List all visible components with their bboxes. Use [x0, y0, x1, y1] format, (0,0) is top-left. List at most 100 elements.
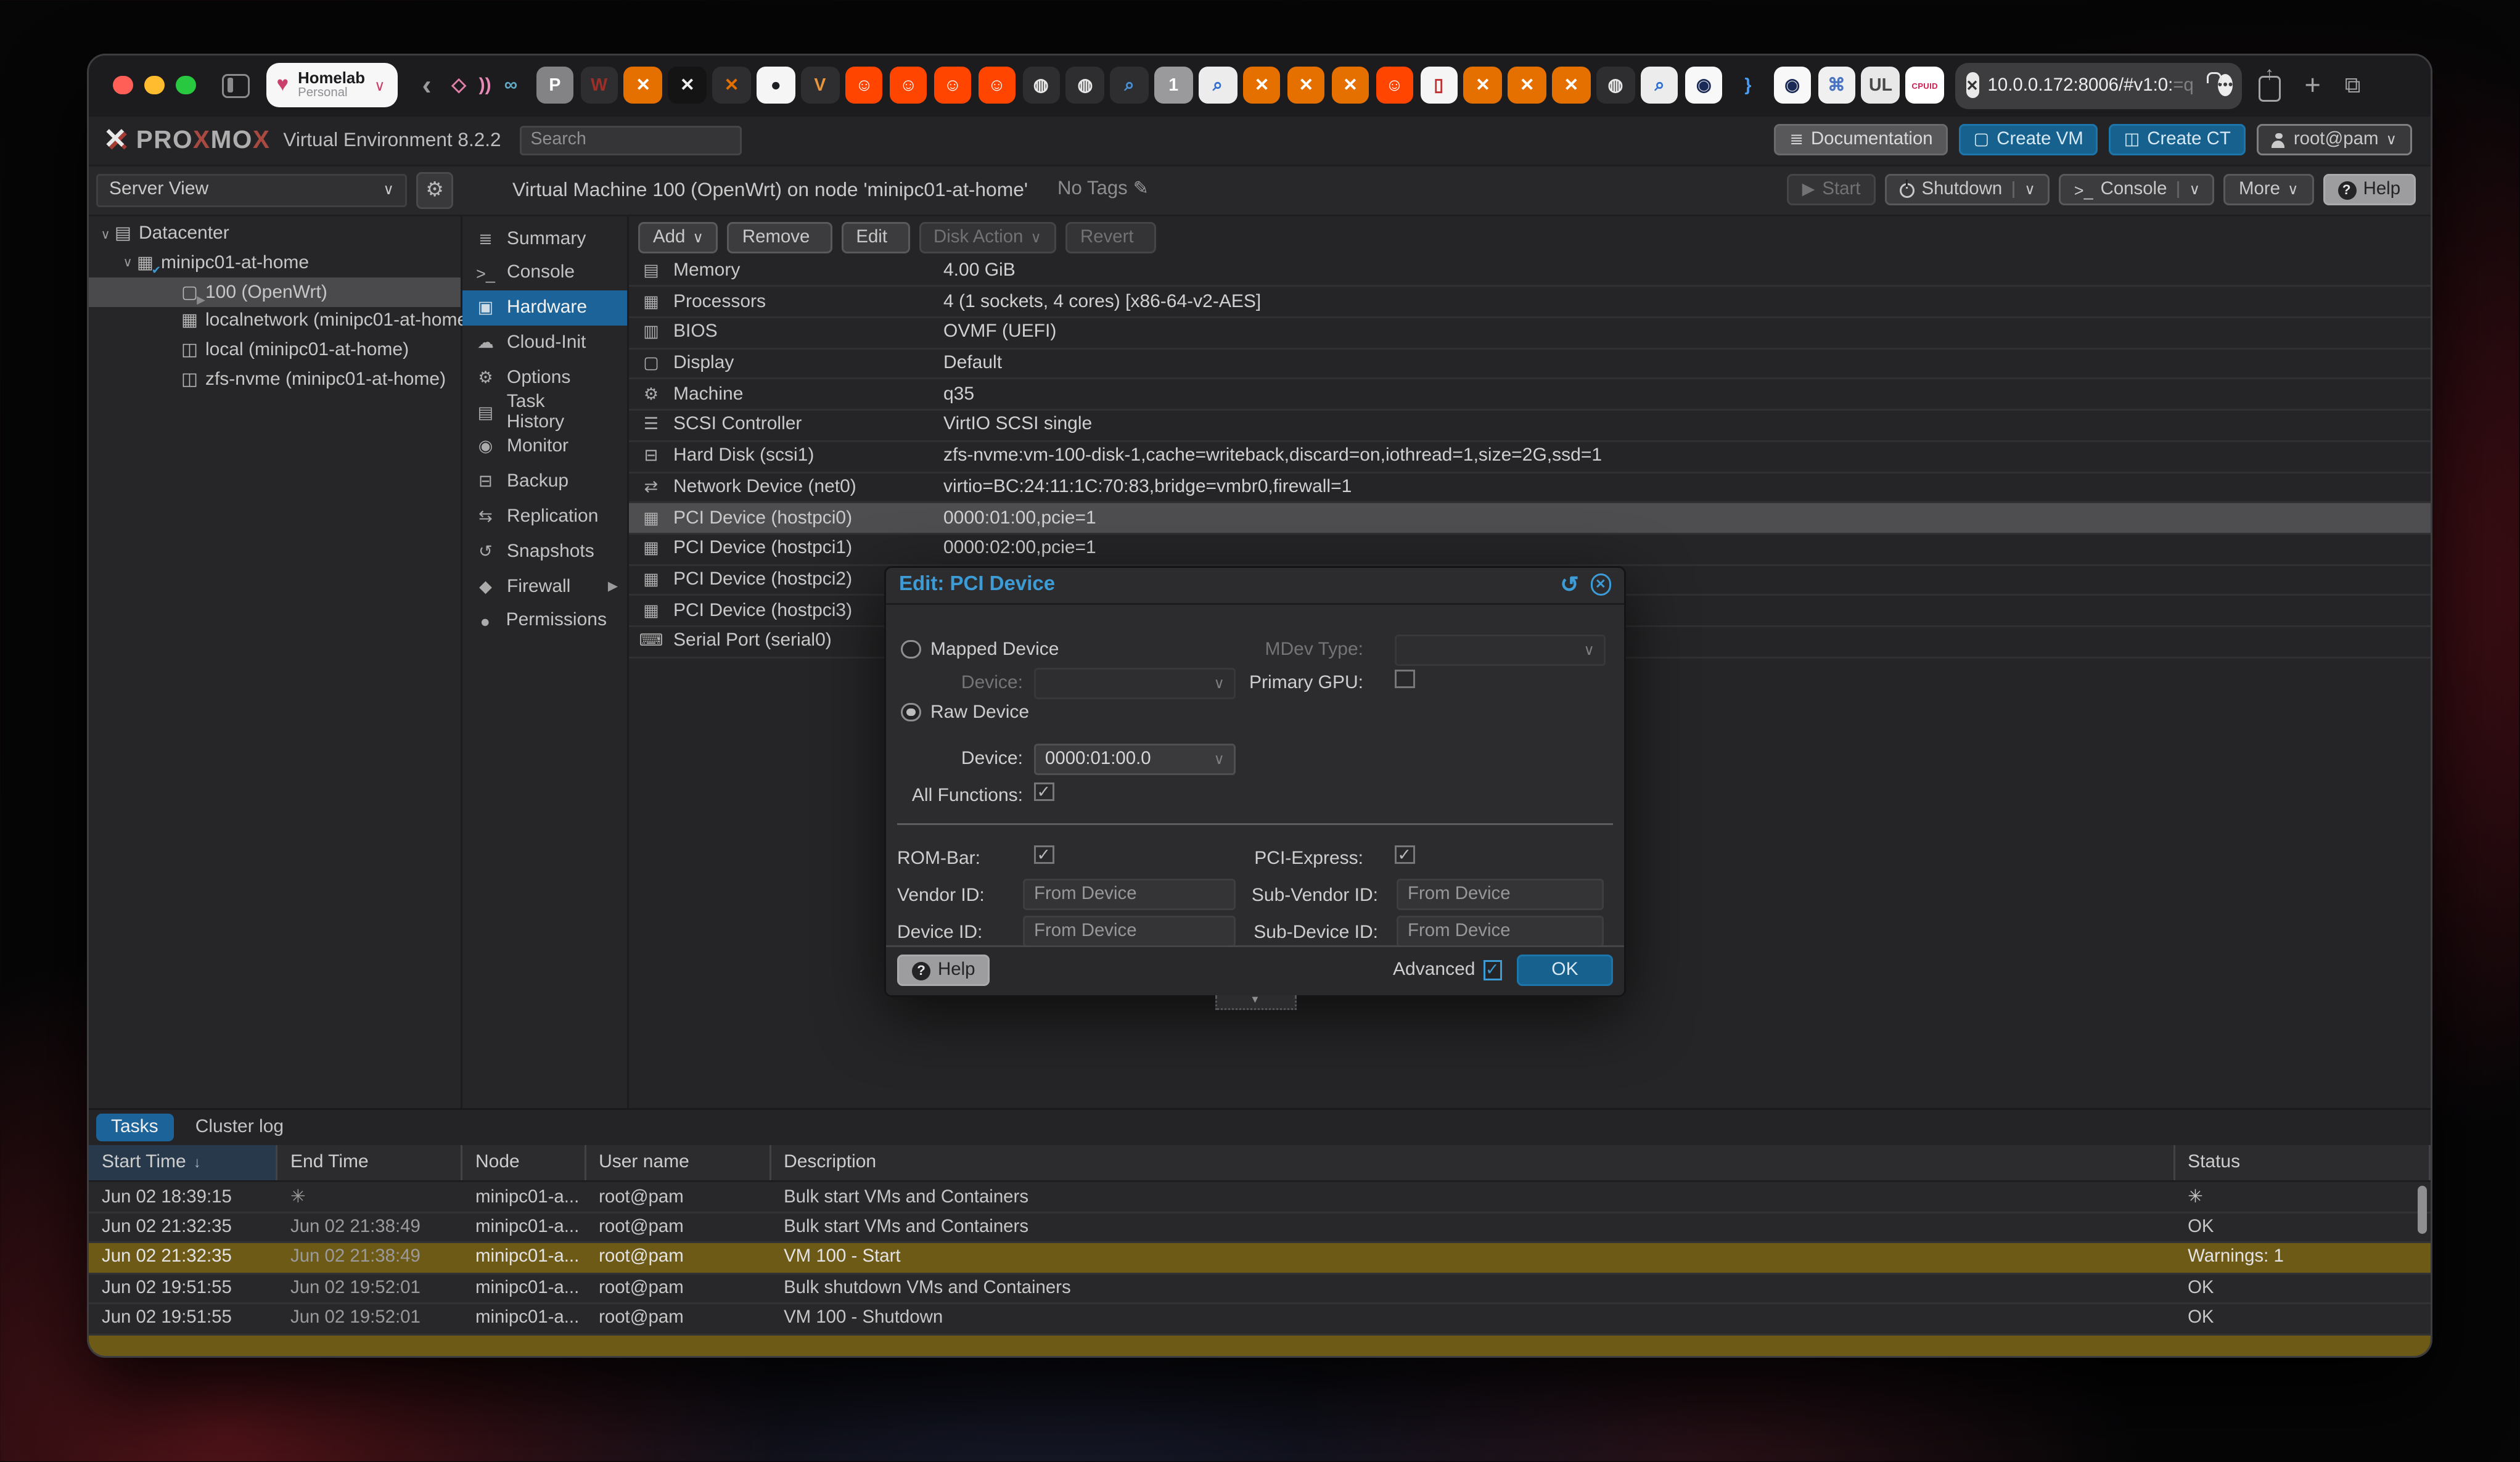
browser-tab[interactable]: ✕ — [1331, 67, 1369, 105]
browser-tab[interactable]: ◉ — [1685, 67, 1723, 105]
browser-tab[interactable]: ☺ — [845, 67, 884, 105]
user-menu-button[interactable]: root@pam∨ — [2257, 125, 2411, 156]
nav-item[interactable]: ● Permissions — [462, 604, 627, 638]
browser-tab[interactable]: ⌕ — [1199, 67, 1237, 105]
more-button[interactable]: More∨ — [2224, 175, 2313, 206]
new-tab-button[interactable]: + — [2304, 72, 2320, 99]
toolbar-button[interactable]: Disk Action∨ — [919, 221, 1056, 253]
table-row[interactable]: ▥ BIOS OVMF (UEFI) — [629, 318, 2430, 349]
start-button[interactable]: ▶Start — [1787, 175, 1876, 206]
browser-tab[interactable]: ✕ — [624, 67, 662, 105]
tree-item[interactable]: ∨ ▦✔ minipc01-at-home — [89, 248, 461, 277]
browser-tab[interactable]: ✕ — [1243, 67, 1281, 105]
browser-tab[interactable]: ● — [757, 67, 795, 105]
table-row[interactable]: ⊟ Hard Disk (scsi1) zfs-nvme:vm-100-disk… — [629, 441, 2430, 472]
primary-gpu-checkbox[interactable] — [1395, 669, 1414, 689]
browser-tab[interactable]: V — [801, 67, 839, 105]
table-row[interactable]: ▤ Memory 4.00 GiB — [629, 257, 2430, 287]
nav-item[interactable]: ⇆ Replication — [462, 499, 627, 534]
browser-tab[interactable]: UL — [1861, 67, 1900, 105]
documentation-button[interactable]: ≣Documentation — [1775, 125, 1947, 156]
task-row[interactable]: Jun 02 19:51:55 Jun 02 19:52:01 minipc01… — [89, 1274, 2430, 1304]
browser-tab[interactable]: ⌕ — [1110, 67, 1149, 105]
column-header-end-time[interactable]: End Time — [277, 1146, 462, 1181]
nav-item[interactable]: ⚙ Options — [462, 361, 627, 395]
nav-item[interactable]: ▤ Task History — [462, 395, 627, 430]
mapped-device-radio[interactable] — [901, 639, 921, 659]
help-button[interactable]: ?Help — [2323, 175, 2415, 206]
tree-item[interactable]: ∨ ▤ Datacenter — [89, 220, 461, 248]
browser-tab[interactable]: ☺ — [934, 67, 972, 105]
table-row[interactable]: ⚙ Machine q35 — [629, 380, 2430, 411]
toolbar-button[interactable]: Remove — [728, 221, 832, 253]
console-button[interactable]: >_Console∨ — [2059, 175, 2215, 206]
task-row[interactable]: Jun 02 21:32:35 Jun 02 21:38:49 minipc01… — [89, 1213, 2430, 1243]
tree-expand-icon[interactable]: ∨ — [118, 256, 137, 271]
nav-item[interactable]: >_ Console — [462, 256, 627, 290]
table-row[interactable]: ▦ PCI Device (hostpci0) 0000:01:00,pcie=… — [629, 504, 2430, 535]
nav-item[interactable]: ⊟ Backup — [462, 465, 627, 499]
table-row[interactable]: ☰ SCSI Controller VirtIO SCSI single — [629, 411, 2430, 441]
column-header-status[interactable]: Status — [2175, 1146, 2430, 1181]
edit-tags-icon[interactable]: ✎ — [1133, 180, 1149, 200]
sub-device-id-input[interactable] — [1397, 915, 1604, 947]
column-header-description[interactable]: Description — [771, 1146, 2175, 1181]
browser-tab[interactable]: ◍ — [1066, 67, 1104, 105]
browser-tab[interactable]: ✕ — [668, 67, 707, 105]
table-row[interactable]: ▦ PCI Device (hostpci1) 0000:02:00,pcie=… — [629, 535, 2430, 565]
extension-icon[interactable]: ∞ — [504, 75, 517, 96]
share-icon[interactable] — [2258, 75, 2280, 101]
scrollbar-thumb[interactable] — [2417, 1186, 2426, 1234]
table-row[interactable]: ▢ Display Default — [629, 349, 2430, 380]
browser-tab[interactable]: ✕ — [1508, 67, 1546, 105]
reset-icon[interactable]: ↺ — [1560, 572, 1578, 598]
browser-tab[interactable]: ✕ — [1553, 67, 1591, 105]
browser-tab[interactable]: ⌘ — [1818, 67, 1856, 105]
column-header-node[interactable]: Node — [462, 1146, 586, 1181]
dialog-header[interactable]: Edit: PCI Device ↺ ✕ — [886, 567, 1624, 604]
toolbar-button[interactable]: Revert — [1065, 221, 1156, 253]
advanced-checkbox[interactable]: ✓ — [1483, 961, 1503, 980]
extension-icon[interactable]: ◇ — [452, 75, 466, 96]
ok-button[interactable]: OK — [1517, 955, 1613, 987]
nav-item[interactable]: ≣ Summary — [462, 221, 627, 256]
browser-tab[interactable]: ✕ — [713, 67, 751, 105]
task-row[interactable]: Jun 02 21:32:35 Jun 02 21:38:49 minipc01… — [89, 1244, 2430, 1274]
tree-item[interactable]: ▢▶ 100 (OpenWrt) — [89, 278, 461, 307]
browser-tab[interactable]: 1 — [1155, 67, 1193, 105]
tab-tasks[interactable]: Tasks — [96, 1114, 173, 1142]
create-vm-button[interactable]: ▢Create VM — [1959, 125, 2098, 156]
browser-tab[interactable]: ✕ — [1287, 67, 1326, 105]
raw-device-radio[interactable] — [901, 702, 921, 722]
close-window-button[interactable] — [113, 76, 133, 96]
nav-item[interactable]: ◉ Monitor — [462, 430, 627, 464]
rombar-checkbox[interactable]: ✓ — [1034, 845, 1054, 864]
all-functions-checkbox[interactable]: ✓ — [1034, 782, 1054, 802]
tree-item[interactable]: ◫ local (minipc01-at-home) — [89, 337, 461, 366]
nav-item[interactable]: ↺ Snapshots — [462, 535, 627, 569]
browser-tab[interactable]: ▯ — [1420, 67, 1458, 105]
browser-tab[interactable]: ⌕ — [1641, 67, 1679, 105]
sidebar-toggle-icon[interactable] — [221, 73, 249, 97]
create-ct-button[interactable]: ◫Create CT — [2109, 125, 2246, 156]
browser-tab[interactable]: ◉ — [1773, 67, 1812, 105]
server-view-dropdown[interactable]: Server View∨ — [96, 173, 407, 207]
browser-tab[interactable]: CPUID — [1906, 67, 1944, 105]
extension-icon[interactable]: )) — [479, 75, 491, 96]
tab-cluster-log[interactable]: Cluster log — [181, 1114, 298, 1142]
tree-item[interactable]: ▦ localnetwork (minipc01-at-home) — [89, 307, 461, 336]
nav-item[interactable]: ▣ Hardware — [462, 291, 627, 326]
tree-settings-button[interactable]: ⚙ — [416, 171, 453, 208]
zoom-window-button[interactable] — [176, 76, 195, 96]
sub-vendor-id-input[interactable] — [1397, 878, 1604, 910]
tree-item[interactable]: ◫ zfs-nvme (minipc01-at-home) — [89, 366, 461, 395]
tree-expand-icon[interactable]: ∨ — [96, 227, 115, 242]
toolbar-button[interactable]: Add∨ — [638, 221, 718, 253]
browser-tab[interactable]: } — [1729, 67, 1767, 105]
task-row[interactable]: Jun 02 18:39:15 ✳ minipc01-a... root@pam… — [89, 1183, 2430, 1213]
browser-tab[interactable]: ☺ — [889, 67, 927, 105]
address-bar[interactable]: ✕ 10.0.0.172:8006/#v1:0:=q ••• — [1955, 62, 2241, 109]
tab-overview-icon[interactable]: ⧉ — [2345, 72, 2361, 99]
table-row[interactable]: ▦ Processors 4 (1 sockets, 4 cores) [x86… — [629, 287, 2430, 318]
dialog-resize-handle[interactable]: ▼ — [1215, 995, 1296, 1009]
